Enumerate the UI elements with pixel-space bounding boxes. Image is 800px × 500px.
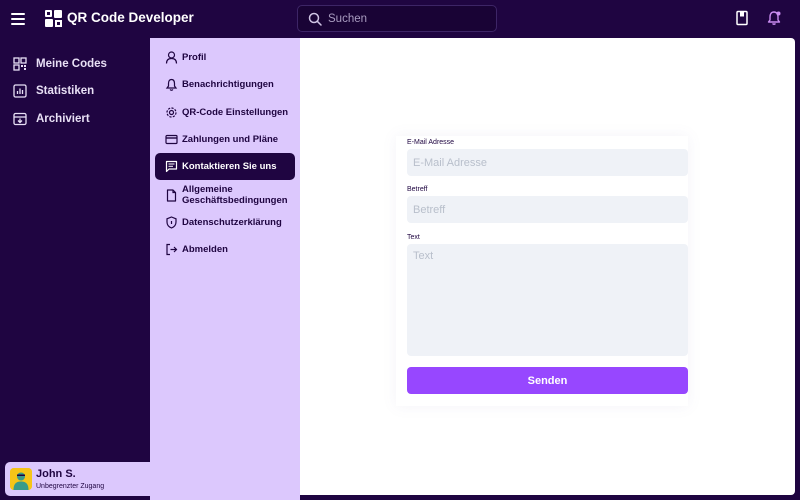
search-bar[interactable] [297,5,497,32]
subject-label: Betreff [407,186,428,193]
message-field[interactable] [407,244,688,356]
settings-item-payments[interactable]: Zahlungen und Pläne [155,131,295,147]
user-plan: Unbegrenzter Zugang [36,483,105,490]
logout-icon [166,243,178,255]
user-icon [165,50,178,64]
notification-bell-icon[interactable] [766,10,782,26]
settings-item-label: Benachrichtigungen [182,78,274,90]
bookmark-icon[interactable] [734,10,750,26]
top-bar: QR Code Developer [0,0,800,38]
app-title: QR Code Developer [67,10,194,25]
settings-item-label: Zahlungen und Pläne [182,133,279,145]
settings-item-logout[interactable]: Abmelden [155,241,295,257]
gear-icon [166,106,177,118]
settings-item-label: Kontaktieren Sie uns [182,161,277,172]
settings-item-label: Abmelden [182,243,228,255]
settings-item-notifications[interactable]: Benachrichtigungen [155,76,295,92]
nav-label: Archiviert [36,112,90,125]
nav-label: Statistiken [36,85,95,98]
send-button[interactable]: Senden [407,367,688,394]
settings-item-label: QR-Code Einstellungen [182,106,289,118]
settings-item-qr-settings[interactable]: QR-Code Einstellungen [155,104,295,120]
settings-item-profile[interactable]: Profil [155,49,295,65]
main-content: E-Mail Adresse Betreff Text Senden [300,38,795,495]
main-navigation: Meine Codes Statistiken Archiviert [0,50,150,133]
user-name: John S. [36,468,76,480]
search-input[interactable] [328,10,488,27]
text-label: Text [407,234,420,241]
settings-item-label: Datenschutzerklärung [182,216,282,228]
shield-icon [166,215,177,229]
settings-menu: Profil Benachrichtigungen QR-Code Einste… [150,38,300,500]
qr-icon [13,57,27,71]
settings-item-label: Profil [182,51,207,63]
bell-icon [165,78,178,91]
archive-icon [13,112,27,125]
credit-card-icon [165,134,178,144]
email-label: E-Mail Adresse [407,139,455,146]
nav-label: Meine Codes [36,57,107,70]
subject-field[interactable] [407,196,688,223]
nav-item-my-codes[interactable]: Meine Codes [0,50,150,78]
settings-item-terms[interactable]: Allgemeine Geschäftsbedingungen [155,183,295,207]
chart-icon [13,84,27,98]
avatar [10,468,32,490]
document-icon [166,188,177,202]
nav-item-statistics[interactable]: Statistiken [0,78,150,106]
settings-item-label: Allgemeine Geschäftsbedingungen [182,184,288,206]
app-logo-icon [45,10,62,27]
settings-item-privacy[interactable]: Datenschutzerklärung [155,214,295,230]
contact-form: E-Mail Adresse Betreff Text Senden [396,136,688,406]
nav-item-archived[interactable]: Archiviert [0,105,150,133]
hamburger-menu-icon[interactable] [11,11,27,25]
email-field[interactable] [407,149,688,176]
search-icon [308,12,322,26]
user-profile-card[interactable]: John S. Unbegrenzter Zugang [5,462,150,496]
settings-item-contact[interactable]: Kontaktieren Sie uns [155,153,295,180]
message-icon [165,160,178,173]
